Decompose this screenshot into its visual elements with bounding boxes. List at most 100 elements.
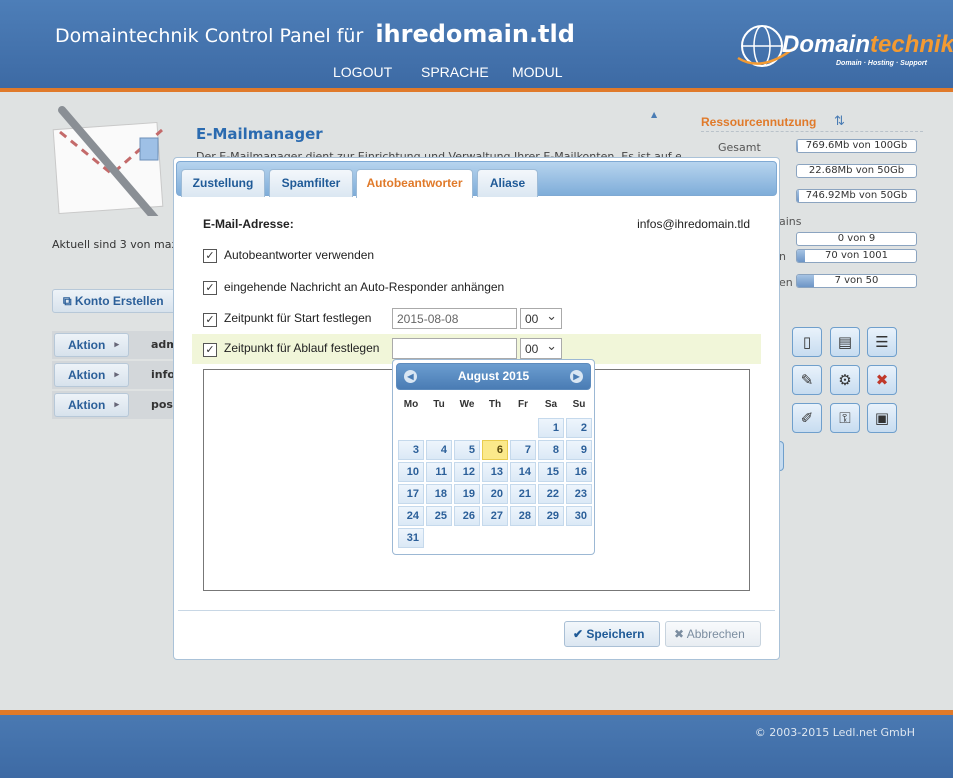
usage-bar: 0 von 9 xyxy=(796,232,917,246)
datepicker-day[interactable]: 25 xyxy=(426,506,452,526)
storage-icon[interactable]: ▣ xyxy=(867,403,897,433)
datepicker-day[interactable]: 19 xyxy=(454,484,480,504)
datepicker-day[interactable]: 4 xyxy=(426,440,452,460)
datepicker-day[interactable]: 29 xyxy=(538,506,564,526)
resource-label-fragment: n xyxy=(779,250,786,263)
tool-icon[interactable]: ✎ xyxy=(792,365,822,395)
datepicker-day[interactable]: 28 xyxy=(510,506,536,526)
aktion-button[interactable]: Aktion xyxy=(54,393,129,417)
datepicker-day[interactable]: 22 xyxy=(538,484,564,504)
check-icon: ✔ xyxy=(573,627,587,641)
datepicker-day[interactable]: 3 xyxy=(398,440,424,460)
start-hour-select[interactable]: 00 xyxy=(520,308,562,329)
datepicker-day[interactable]: 13 xyxy=(482,462,508,482)
prev-month-icon[interactable]: ◀ xyxy=(404,370,417,383)
datepicker-day[interactable]: 23 xyxy=(566,484,592,504)
datepicker-month-title: August 2015 xyxy=(457,369,530,383)
refresh-icon[interactable]: ⇅ xyxy=(834,114,845,129)
usage-bar-fill xyxy=(797,140,799,152)
datepicker-day[interactable]: 9 xyxy=(566,440,592,460)
domaintechnik-logo[interactable]: Domaintechnik Domain · Hosting · Support xyxy=(736,18,953,78)
datepicker-day[interactable]: 11 xyxy=(426,462,452,482)
datepicker-day[interactable]: 6 xyxy=(482,440,508,460)
edit-icon[interactable]: ✐ xyxy=(792,403,822,433)
tab-bar: Zustellung Spamfilter Autobeantworter Al… xyxy=(176,161,777,198)
usage-bar: 746.92Mb von 50Gb xyxy=(796,189,917,203)
usage-bar: 22.68Mb von 50Gb xyxy=(796,164,917,178)
datepicker-day[interactable]: 18 xyxy=(426,484,452,504)
account-count-text: Aktuell sind 3 von max xyxy=(52,238,178,251)
datepicker-day[interactable]: 17 xyxy=(398,484,424,504)
usage-bar: 7 von 50 xyxy=(796,274,917,288)
cancel-button[interactable]: ✖ Abbrechen xyxy=(665,621,761,647)
datepicker-day[interactable]: 26 xyxy=(454,506,480,526)
footer: © 2003-2015 Ledl.net GmbH xyxy=(0,715,953,778)
end-hour-select[interactable]: 00 xyxy=(520,338,562,359)
dialog-divider xyxy=(178,610,775,611)
datepicker-day[interactable]: 31 xyxy=(398,528,424,548)
weekday-label: Sa xyxy=(544,399,558,410)
datepicker: August 2015 ◀ ▶ Mo Tu We Th Fr Sa Su 1 2 3 4 5 6 7 8 9 1… xyxy=(392,359,595,555)
end-time-label: Zeitpunkt für Ablauf festlegen xyxy=(224,341,380,355)
inbox-icon[interactable]: ▤ xyxy=(830,327,860,357)
end-date-input[interactable] xyxy=(392,338,517,359)
close-icon: ✖ xyxy=(674,627,687,641)
datepicker-header: August 2015 ◀ ▶ xyxy=(396,363,591,390)
datepicker-day[interactable]: 8 xyxy=(538,440,564,460)
autoresponder-enable-checkbox[interactable]: ✓ xyxy=(203,249,217,263)
weekday-label: We xyxy=(459,399,475,410)
email-address-value: infos@ihredomain.tld xyxy=(637,217,750,231)
weekday-label: Tu xyxy=(433,399,445,410)
nav-logout[interactable]: LOGOUT xyxy=(333,64,392,80)
usage-bar: 70 von 1001 xyxy=(796,249,917,263)
tab-autobeantworter[interactable]: Autobeantworter xyxy=(356,169,473,198)
attach-message-checkbox[interactable]: ✓ xyxy=(203,281,217,295)
tab-spamfilter[interactable]: Spamfilter xyxy=(269,169,353,197)
datepicker-day[interactable]: 30 xyxy=(566,506,592,526)
aktion-button[interactable]: Aktion xyxy=(54,333,129,357)
datepicker-day[interactable]: 15 xyxy=(538,462,564,482)
nav-modul[interactable]: MODUL xyxy=(512,64,563,80)
tab-zustellung[interactable]: Zustellung xyxy=(181,169,265,197)
delete-icon[interactable]: ✖ xyxy=(867,365,897,395)
save-button[interactable]: ✔ Speichern xyxy=(564,621,660,647)
weekday-label: Fr xyxy=(518,399,528,410)
usage-bar-fill xyxy=(797,190,800,202)
datepicker-day[interactable]: 12 xyxy=(454,462,480,482)
database-icon[interactable]: ☰ xyxy=(867,327,897,357)
start-date-input[interactable]: 2015-08-08 xyxy=(392,308,517,329)
tab-aliase[interactable]: Aliase xyxy=(477,169,538,197)
panel-title: Domaintechnik Control Panel für ihredoma… xyxy=(55,20,575,48)
datepicker-day[interactable]: 7 xyxy=(510,440,536,460)
next-month-icon[interactable]: ▶ xyxy=(570,370,583,383)
datepicker-day[interactable]: 27 xyxy=(482,506,508,526)
end-time-checkbox[interactable]: ✓ xyxy=(203,343,217,357)
mailbox-icon[interactable]: ▯ xyxy=(792,327,822,357)
weekday-label: Mo xyxy=(403,399,419,410)
settings-icon[interactable]: ⚙ xyxy=(830,365,860,395)
autoresponder-enable-label: Autobeantworter verwenden xyxy=(224,248,375,262)
nav-sprache[interactable]: SPRACHE xyxy=(421,64,489,80)
header: Domaintechnik Control Panel für ihredoma… xyxy=(0,0,953,88)
security-icon[interactable]: ⚿ xyxy=(830,403,860,433)
datepicker-day[interactable]: 24 xyxy=(398,506,424,526)
datepicker-day[interactable]: 20 xyxy=(482,484,508,504)
datepicker-day[interactable]: 14 xyxy=(510,462,536,482)
panel-title-domain: ihredomain.tld xyxy=(375,20,575,48)
copyright-text: © 2003-2015 Ledl.net GmbH xyxy=(754,726,915,739)
start-time-checkbox[interactable]: ✓ xyxy=(203,313,217,327)
logo-tagline: Domain · Hosting · Support xyxy=(836,60,927,67)
datepicker-day[interactable]: 5 xyxy=(454,440,480,460)
datepicker-day[interactable]: 1 xyxy=(538,418,564,438)
attach-message-label: eingehende Nachricht an Auto-Responder a… xyxy=(224,280,505,294)
weekday-label: Th xyxy=(488,399,502,410)
datepicker-day[interactable]: 2 xyxy=(566,418,592,438)
table-row: Aktion info xyxy=(52,361,177,389)
scroll-up-icon[interactable]: ▲ xyxy=(651,110,657,119)
datepicker-day[interactable]: 21 xyxy=(510,484,536,504)
create-account-button[interactable]: ⧉ Konto Erstellen xyxy=(52,289,180,313)
aktion-button[interactable]: Aktion xyxy=(54,363,129,387)
datepicker-day[interactable]: 16 xyxy=(566,462,592,482)
resource-label-fragment: ains xyxy=(779,215,802,228)
datepicker-day[interactable]: 10 xyxy=(398,462,424,482)
